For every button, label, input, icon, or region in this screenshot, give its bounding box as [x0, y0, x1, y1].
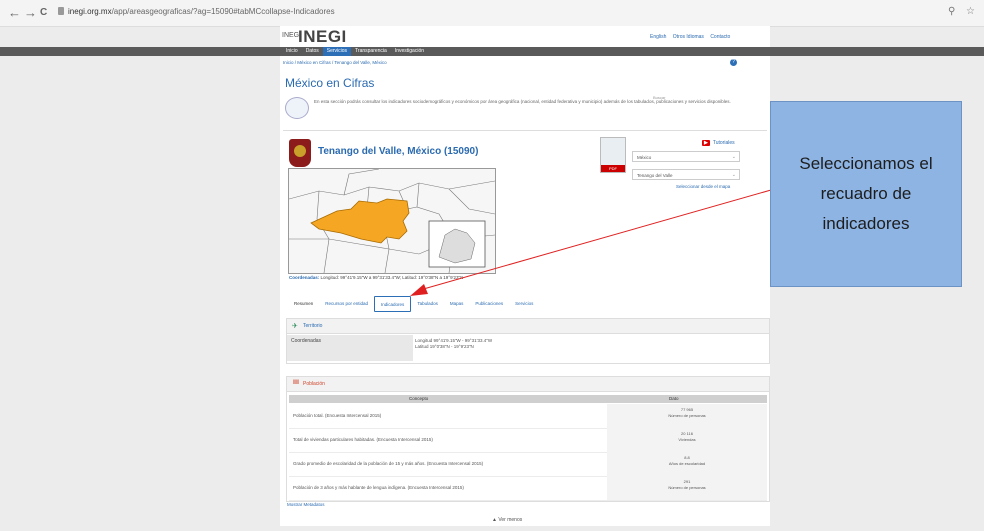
pdf-label: PDF — [601, 165, 625, 172]
chevron-down-icon: ⌄ — [731, 154, 736, 160]
municipio-map[interactable] — [288, 168, 496, 274]
chevron-down-icon: ⌄ — [731, 172, 736, 178]
municipio-title: Tenango del Valle, México (15090) — [318, 146, 479, 157]
population-icon: ǁǁ — [293, 380, 299, 386]
tab-recursos[interactable]: Recursos por entidad — [319, 296, 374, 312]
address-bar[interactable]: inegi.org.mx/app/areasgeograficas/?ag=15… — [68, 7, 335, 16]
nav-investigacion[interactable]: Investigación — [391, 47, 428, 56]
link-otros-idiomas[interactable]: Otros Idiomas — [673, 34, 704, 40]
breadcrumb[interactable]: Inicio / México en Cifras / Tenango del … — [283, 60, 387, 65]
top-links: English Otros Idiomas Contacto — [650, 34, 735, 40]
show-less-button[interactable]: ▲ Ver menos — [492, 517, 522, 523]
annotation-callout: Seleccionamos el recuadro de indicadores — [770, 101, 962, 287]
youtube-tutorials-link[interactable]: ▶ Tutoriales — [702, 140, 735, 146]
help-icon[interactable]: ? — [730, 59, 737, 66]
nav-servicios[interactable]: Servicios — [322, 47, 352, 56]
territorio-values: Longitud 99°41'9.15"W - 99°31'33.4"W Lat… — [415, 338, 493, 349]
tab-mapas[interactable]: Mapas — [444, 296, 470, 312]
territory-icon: ✈ — [292, 323, 298, 330]
metadata-link[interactable]: Mostrar Metadatos — [287, 502, 325, 507]
territorio-label: Coordenadas — [287, 335, 413, 361]
coordinates-text: Coordenadas: Longitud: 99°41'9.15"W a 99… — [289, 275, 464, 280]
table-header: Concepto Dato — [289, 395, 767, 403]
back-button[interactable]: ← — [8, 5, 21, 20]
entidad-select[interactable]: México ⌄ — [632, 151, 740, 162]
link-contacto[interactable]: Contacto — [710, 34, 730, 40]
territorio-header[interactable]: ✈ Territorio — [287, 319, 769, 334]
callout-text: Seleccionamos el recuadro de indicadores — [799, 154, 933, 233]
section-intro: En esta sección podrás consultar los ind… — [314, 99, 731, 104]
forward-button[interactable]: → — [24, 5, 37, 20]
poblacion-panel: ǁǁ Población Concepto Dato Población tot… — [286, 376, 770, 502]
table-row: Total de viviendas particulares habitada… — [289, 428, 767, 453]
browser-toolbar: ← → C inegi.org.mx/app/areasgeograficas/… — [0, 0, 984, 27]
star-icon[interactable]: ☆ — [966, 6, 975, 17]
page-title: México en Cifras — [285, 76, 375, 90]
tab-indicadores[interactable]: Indicadores — [374, 296, 412, 312]
link-english[interactable]: English — [650, 34, 666, 40]
main-nav: Inicio Datos Servicios Transparencia Inv… — [0, 47, 984, 101]
nav-transparencia[interactable]: Transparencia — [351, 47, 391, 56]
coat-of-arms-icon — [289, 139, 311, 167]
municipio-tabs: Resumen Recursos por entidad Indicadores… — [288, 296, 539, 312]
reload-button[interactable]: C — [40, 7, 47, 18]
poblacion-header[interactable]: ǁǁ Población — [287, 377, 769, 392]
tab-resumen[interactable]: Resumen — [288, 296, 319, 312]
nav-datos[interactable]: Datos — [302, 47, 323, 56]
tab-tabulados[interactable]: Tabulados — [411, 296, 444, 312]
chart-magnifier-icon — [285, 97, 309, 119]
table-row: Población total. (Encuesta Intercensal 2… — [289, 404, 767, 429]
tab-servicios[interactable]: Servicios — [509, 296, 539, 312]
select-from-map-link[interactable]: Seleccionar desde el mapa — [676, 184, 730, 189]
youtube-icon: ▶ — [702, 140, 710, 146]
territorio-panel: ✈ Territorio Coordenadas Longitud 99°41'… — [286, 318, 770, 364]
pdf-download-button[interactable]: PDF — [600, 137, 626, 173]
table-row: Población de 3 años y más hablante de le… — [289, 476, 767, 501]
municipio-select[interactable]: Tenango del Valle ⌄ — [632, 169, 740, 180]
tab-publicaciones[interactable]: Publicaciones — [469, 296, 509, 312]
table-row: Grado promedio de escolaridad de la pobl… — [289, 452, 767, 477]
nav-inicio[interactable]: Inicio — [282, 47, 302, 56]
lock-icon — [58, 7, 64, 15]
zoom-icon[interactable]: ⚲ — [948, 6, 955, 17]
inegi-logo[interactable]: INEGI INEGI — [280, 26, 480, 48]
